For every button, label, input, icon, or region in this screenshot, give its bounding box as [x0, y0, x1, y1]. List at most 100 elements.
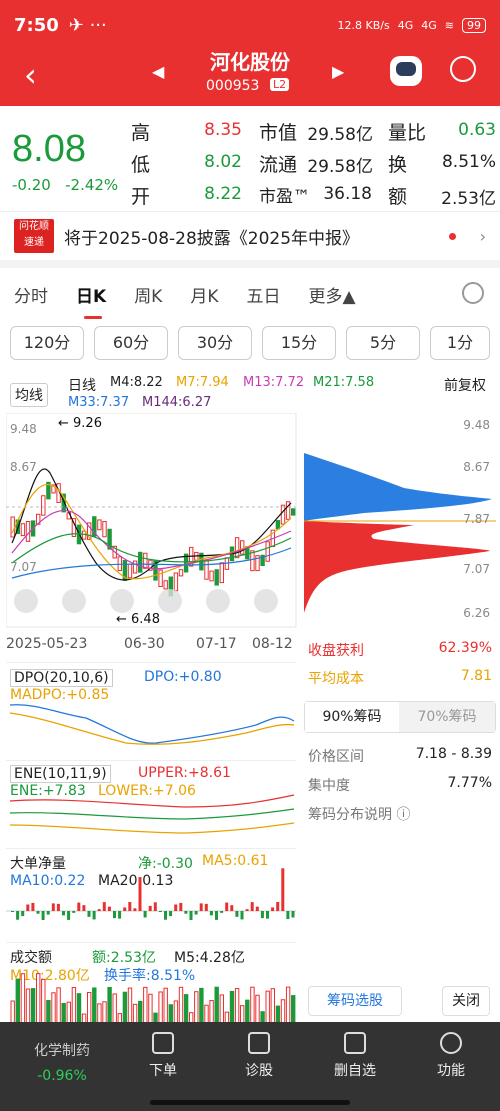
- big-order-bar: [118, 911, 122, 919]
- period-120[interactable]: 120分: [10, 326, 84, 360]
- chart-settings-icon[interactable]: [462, 282, 484, 304]
- big-order-bar: [51, 903, 55, 911]
- volume-bar: [168, 1004, 174, 1023]
- volume-panel: 成交额 额:2.53亿 M5:4.28亿 M10:2.80亿 换手率:8.51%: [6, 942, 296, 1023]
- zoom-out-icon[interactable]: [110, 589, 134, 613]
- period-30[interactable]: 30分: [178, 326, 252, 360]
- signal-4g-2: 4G: [421, 18, 437, 32]
- big-order-bar: [271, 907, 275, 911]
- chevron-right-icon: ›: [479, 226, 486, 246]
- x-label-2: 06-30: [124, 636, 165, 652]
- collapse-icon[interactable]: [14, 589, 38, 613]
- nav-remove-watch[interactable]: 删自选: [320, 1032, 390, 1080]
- period-1[interactable]: 1分: [430, 326, 490, 360]
- candle: [178, 569, 184, 577]
- nav-functions[interactable]: 功能: [416, 1032, 486, 1080]
- chip-select-button[interactable]: 筹码选股: [308, 986, 402, 1016]
- candle: [10, 516, 15, 538]
- big-order-bar: [102, 902, 106, 911]
- candle: [132, 560, 138, 574]
- candle: [240, 540, 245, 555]
- search-icon[interactable]: [450, 56, 476, 82]
- madpo-line: [9, 712, 295, 745]
- close-chip-button[interactable]: 关闭: [442, 986, 490, 1016]
- period-60[interactable]: 60分: [94, 326, 168, 360]
- candle: [280, 504, 286, 525]
- tab-intraday[interactable]: 分时: [14, 282, 48, 307]
- volume-bar: [245, 999, 250, 1023]
- chip-select-label: 筹码选股: [327, 993, 383, 1009]
- change-percent: -2.42%: [65, 176, 119, 194]
- tab-monthly-k[interactable]: 月K: [190, 282, 218, 307]
- next-stock-icon[interactable]: ▶: [332, 62, 344, 81]
- adjust-mode[interactable]: 前复权: [444, 375, 486, 395]
- chip-explain-link[interactable]: 筹码分布说明 ⓘ: [308, 804, 410, 824]
- big-order-bar: [153, 902, 157, 911]
- concentration-value: 7.77%: [447, 775, 492, 791]
- functions-icon: [440, 1032, 462, 1054]
- ma-selector[interactable]: 均线: [10, 383, 48, 407]
- pe-label: 市盈™: [259, 187, 310, 207]
- candle: [250, 550, 255, 572]
- tab-five-day[interactable]: 五日: [247, 282, 281, 307]
- explain-row[interactable]: 筹码分布说明 ⓘ: [304, 804, 496, 830]
- ene-chart: [9, 794, 295, 834]
- big-order-bar: [209, 911, 213, 916]
- tab-more[interactable]: 更多▲: [309, 282, 356, 307]
- big-order-bar: [26, 904, 30, 911]
- mktcap-value: 29.58亿: [307, 125, 373, 145]
- low-marker: ← 6.48: [116, 612, 160, 627]
- big-order-bar: [250, 902, 254, 911]
- volume-chart: [10, 973, 296, 1023]
- pan-left-icon[interactable]: [158, 589, 182, 613]
- nav-order[interactable]: 下单: [128, 1032, 198, 1080]
- big-order-bar: [46, 911, 50, 915]
- big-order-bar: [87, 911, 91, 917]
- tab-daily-k[interactable]: 日K: [76, 282, 106, 319]
- volume-bar: [229, 990, 235, 1023]
- x-label-start: 2025-05-23: [6, 636, 88, 652]
- volume-bar: [127, 987, 133, 1023]
- big-order-bar: [169, 911, 173, 917]
- nav-diagnose[interactable]: 诊股: [224, 1032, 294, 1080]
- ene-panel: ENE(10,11,9) UPPER:+8.61 ENE:+7.83 LOWER…: [6, 760, 296, 842]
- price-change: -0.20 -2.42%: [12, 176, 118, 194]
- big-order-bar: [286, 911, 290, 920]
- kline-chart[interactable]: 9.48 8.67 7.07 ← 9.26 ← 6.48: [6, 413, 298, 629]
- volume-bar: [270, 988, 276, 1023]
- amount-value: 2.53亿: [441, 189, 496, 209]
- news-banner[interactable]: 问花顺 速递 将于2025-08-28披露《2025年中报》 ›: [0, 212, 500, 268]
- tab-weekly-k[interactable]: 周K: [134, 282, 162, 307]
- big-order-bar: [204, 903, 208, 911]
- period-15[interactable]: 15分: [262, 326, 336, 360]
- volume-bar: [250, 986, 255, 1023]
- tab-chip-90[interactable]: 90%筹码: [305, 702, 399, 732]
- fullscreen-icon[interactable]: [254, 589, 278, 613]
- volume-bar: [199, 987, 204, 1023]
- volume-bar: [107, 986, 112, 1023]
- pan-right-icon[interactable]: [206, 589, 230, 613]
- big-order-bar: [107, 906, 111, 911]
- big-order-bar: [92, 911, 96, 920]
- volume-bar: [51, 992, 56, 1023]
- period-5[interactable]: 5分: [346, 326, 420, 360]
- range-value: 7.18 - 8.39: [415, 746, 492, 762]
- tab-chip-70[interactable]: 70%筹码: [399, 702, 495, 732]
- zoom-in-icon[interactable]: [62, 589, 86, 613]
- chip-y-2: 8.67: [463, 460, 490, 474]
- robot-assistant-icon[interactable]: [390, 56, 422, 86]
- big-order-bar: [67, 911, 71, 920]
- candle: [127, 563, 133, 579]
- volume-bar: [234, 988, 240, 1023]
- volume-bar: [41, 978, 46, 1023]
- avgcost-row: 平均成本 7.81: [304, 668, 496, 698]
- sector-info[interactable]: 化学制药 -0.96%: [22, 1040, 102, 1084]
- nav-remove-label: 删自选: [334, 1063, 376, 1079]
- battery-icon: 99: [462, 17, 486, 33]
- big-order-bar: [31, 902, 35, 911]
- pe-value: 36.18: [323, 184, 372, 204]
- float-label: 流通: [259, 154, 298, 176]
- bottom-nav: 化学制药 -0.96% 下单 诊股 删自选 功能: [0, 1022, 500, 1111]
- home-indicator[interactable]: [150, 1100, 350, 1105]
- candle: [214, 569, 219, 586]
